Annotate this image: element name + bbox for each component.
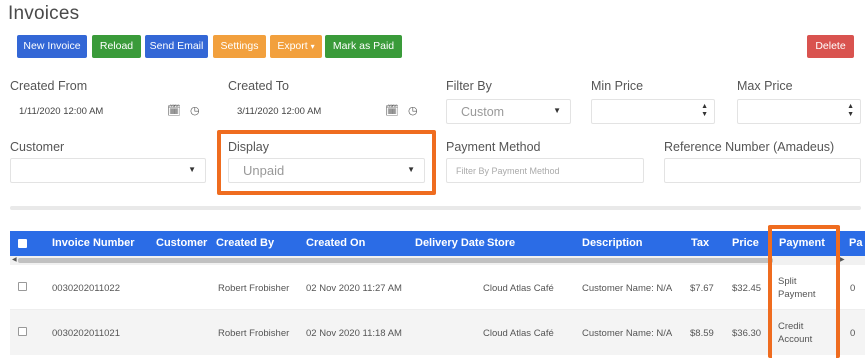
filter-by-select[interactable]: Custom ▼	[446, 99, 571, 124]
cell-invoice-number: 0030202011022	[52, 283, 120, 294]
cell-invoice-number: 0030202011021	[52, 328, 120, 339]
calendar-icon[interactable]: 🗓	[167, 104, 181, 117]
customer-label: Customer	[10, 140, 65, 154]
payment-method-placeholder: Filter By Payment Method	[456, 166, 560, 176]
created-to-label: Created To	[228, 79, 289, 93]
scroll-right-icon[interactable]: ▶	[840, 256, 845, 265]
payment-column-highlight-box	[768, 225, 840, 358]
cell-store: Cloud Atlas Café	[483, 328, 554, 339]
customer-select[interactable]: ▼	[10, 158, 206, 183]
col-tax[interactable]: Tax	[691, 231, 709, 256]
display-select[interactable]: Unpaid ▼	[228, 158, 425, 183]
cell-tax: $8.59	[690, 328, 714, 339]
clock-icon[interactable]: ◷	[190, 104, 200, 117]
row-checkbox[interactable]	[18, 327, 27, 336]
created-from-value: 1/11/2020 12:00 AM	[19, 106, 104, 117]
cell-description: Customer Name: N/A	[582, 328, 673, 339]
new-invoice-button[interactable]: New Invoice	[17, 35, 87, 58]
section-divider	[10, 206, 861, 210]
chevron-down-icon: ▾	[310, 42, 315, 51]
table-row[interactable]: 0030202011022 Robert Frobisher 02 Nov 20…	[10, 265, 865, 310]
reference-number-input[interactable]	[664, 158, 861, 183]
cell-tax: $7.67	[690, 283, 714, 294]
payment-method-label: Payment Method	[446, 140, 541, 154]
settings-button[interactable]: Settings	[213, 35, 266, 58]
scrollbar-thumb[interactable]	[18, 258, 773, 263]
col-created-on[interactable]: Created On	[306, 231, 365, 256]
cell-pa: 0	[850, 328, 856, 339]
chevron-down-icon: ▼	[188, 165, 196, 174]
col-store[interactable]: Store	[487, 231, 515, 256]
number-stepper-icon[interactable]: ▲ ▼	[847, 103, 854, 119]
col-customer[interactable]: Customer	[156, 231, 207, 256]
col-delivery-date[interactable]: Delivery Date	[415, 231, 485, 256]
cell-created-by: Robert Frobisher	[218, 283, 290, 294]
cell-price: $32.45	[732, 283, 762, 294]
send-email-button[interactable]: Send Email	[145, 35, 208, 58]
display-label: Display	[228, 140, 269, 154]
min-price-input[interactable]: ▲ ▼	[591, 99, 715, 124]
calendar-icon[interactable]: 🗓	[385, 104, 399, 117]
created-from-label: Created From	[10, 79, 88, 93]
max-price-label: Max Price	[737, 79, 793, 93]
scroll-left-icon[interactable]: ◀	[12, 256, 17, 265]
chevron-down-icon: ▼	[407, 165, 415, 174]
col-price[interactable]: Price	[732, 231, 759, 256]
horizontal-scrollbar[interactable]: ◀ ▶	[10, 256, 865, 265]
cell-created-on: 02 Nov 2020 11:27 AM	[306, 283, 402, 294]
delete-button[interactable]: Delete	[807, 35, 854, 58]
cell-store: Cloud Atlas Café	[483, 283, 554, 294]
reload-button[interactable]: Reload	[92, 35, 141, 58]
cell-pa: 0	[850, 283, 856, 294]
col-invoice-number[interactable]: Invoice Number	[52, 231, 135, 256]
max-price-input[interactable]: ▲ ▼	[737, 99, 861, 124]
cell-description: Customer Name: N/A	[582, 283, 673, 294]
chevron-down-icon: ▼	[553, 106, 561, 115]
export-button[interactable]: Export ▾	[270, 35, 322, 58]
min-price-label: Min Price	[591, 79, 644, 93]
col-created-by[interactable]: Created By	[216, 231, 274, 256]
reference-number-label: Reference Number (Amadeus)	[664, 140, 835, 154]
number-stepper-icon[interactable]: ▲ ▼	[701, 103, 708, 119]
filter-by-label: Filter By	[446, 79, 492, 93]
payment-method-input[interactable]: Filter By Payment Method	[446, 158, 644, 183]
col-description[interactable]: Description	[582, 231, 643, 256]
filter-by-value: Custom	[461, 105, 505, 119]
page-title: Invoices	[8, 3, 80, 24]
display-value: Unpaid	[243, 163, 285, 178]
created-to-field[interactable]: 3/11/2020 12:00 AM 🗓 ◷	[228, 99, 428, 124]
col-pa[interactable]: Pa	[849, 231, 862, 256]
table-header: Invoice Number Customer Created By Creat…	[10, 231, 865, 256]
row-checkbox[interactable]	[18, 282, 27, 291]
cell-created-by: Robert Frobisher	[218, 328, 290, 339]
mark-as-paid-button[interactable]: Mark as Paid	[325, 35, 402, 58]
cell-created-on: 02 Nov 2020 11:18 AM	[306, 328, 402, 339]
created-to-value: 3/11/2020 12:00 AM	[237, 106, 322, 117]
cell-price: $36.30	[732, 328, 762, 339]
select-all-checkbox[interactable]	[18, 239, 27, 248]
export-label: Export	[277, 40, 308, 52]
created-from-field[interactable]: 1/11/2020 12:00 AM 🗓 ◷	[10, 99, 210, 124]
clock-icon[interactable]: ◷	[408, 104, 418, 117]
table-row[interactable]: 0030202011021 Robert Frobisher 02 Nov 20…	[10, 310, 865, 355]
